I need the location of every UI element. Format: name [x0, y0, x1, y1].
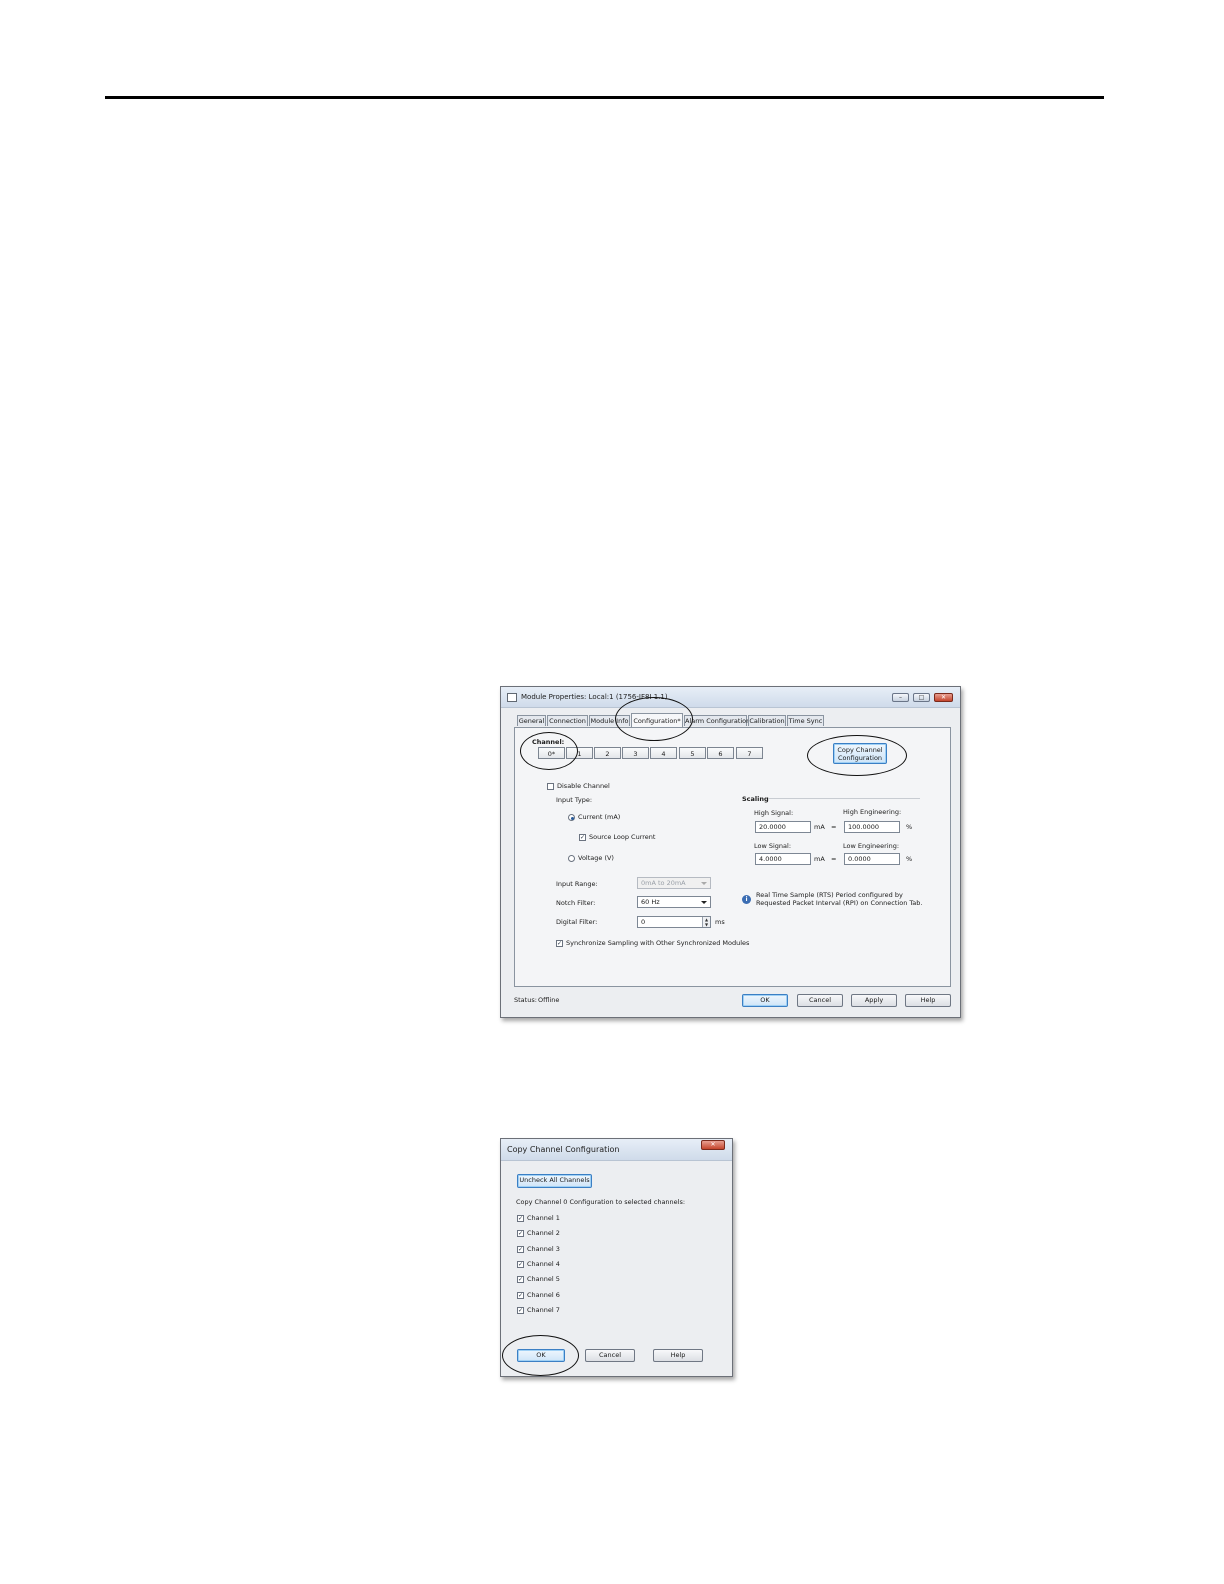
high-signal-input[interactable]: 20.0000 — [755, 821, 811, 833]
status-label: Status: — [514, 996, 537, 1004]
channel-button-2[interactable]: 2 — [594, 747, 621, 759]
rts-note-line2: Requested Packet Interval (RPI) on Conne… — [756, 899, 923, 907]
highlight-ok-button — [502, 1335, 579, 1376]
disable-channel-checkbox[interactable] — [547, 783, 554, 790]
channel-button-3[interactable]: 3 — [622, 747, 649, 759]
channel-2-checkbox[interactable]: ✓ — [517, 1230, 524, 1237]
channel-4-checkbox[interactable]: ✓ — [517, 1261, 524, 1268]
uncheck-all-channels-button[interactable]: Uncheck All Channels — [517, 1174, 592, 1188]
voltage-option-label: Voltage (V) — [578, 854, 614, 862]
disable-channel-label: Disable Channel — [557, 782, 610, 790]
scaling-title: Scaling — [742, 795, 769, 803]
sync-sampling-checkbox[interactable]: ✓ — [556, 940, 563, 947]
highlight-copy-button — [807, 735, 907, 776]
tab-general[interactable]: General — [517, 715, 546, 726]
close-icon[interactable]: ✕ — [701, 1140, 725, 1150]
ok-button[interactable]: OK — [742, 994, 788, 1007]
maximize-icon[interactable]: □ — [913, 693, 930, 702]
close-icon[interactable]: ✕ — [934, 693, 953, 702]
digital-filter-input[interactable]: 0 ▲ ▼ — [637, 916, 711, 928]
digital-filter-value: 0 — [641, 918, 646, 926]
high-signal-label: High Signal: — [754, 809, 794, 817]
copy-channel-dialog: Copy Channel Configuration ✕ Uncheck All… — [500, 1138, 733, 1377]
status-value: Offline — [538, 996, 560, 1004]
highlight-channel-selector — [520, 732, 578, 770]
low-signal-label: Low Signal: — [754, 842, 792, 850]
high-equals-sign: = — [831, 823, 837, 831]
input-range-value: 0mA to 20mA — [641, 879, 686, 887]
sync-sampling-label: Synchronize Sampling with Other Synchron… — [566, 939, 750, 947]
current-option-label: Current (mA) — [578, 813, 621, 821]
module-properties-window: Module Properties: Local:1 (1756-IF8I 1.… — [500, 686, 961, 1018]
channel-3-checkbox[interactable]: ✓ — [517, 1246, 524, 1253]
tab-calibration[interactable]: Calibration — [748, 715, 786, 726]
app-icon — [507, 693, 517, 702]
voltage-radio[interactable] — [568, 855, 575, 862]
channel-6-checkbox[interactable]: ✓ — [517, 1292, 524, 1299]
channel-4-label: Channel 4 — [527, 1260, 560, 1268]
high-engineering-input[interactable]: 100.0000 — [844, 821, 900, 833]
channel-1-label: Channel 1 — [527, 1214, 560, 1222]
source-loop-current-checkbox[interactable]: ✓ — [579, 834, 586, 841]
channel-3-label: Channel 3 — [527, 1245, 560, 1253]
digital-filter-label: Digital Filter: — [556, 918, 598, 926]
channel-6-label: Channel 6 — [527, 1291, 560, 1299]
help-button[interactable]: Help — [905, 994, 951, 1007]
spinner-icon[interactable]: ▲ ▼ — [702, 917, 710, 927]
low-signal-unit: mA — [814, 855, 825, 863]
minimize-icon[interactable]: – — [892, 693, 909, 702]
digital-filter-unit: ms — [715, 918, 725, 926]
current-radio[interactable] — [568, 814, 575, 821]
channel-5-checkbox[interactable]: ✓ — [517, 1276, 524, 1283]
low-signal-input[interactable]: 4.0000 — [755, 853, 811, 865]
channel-button-5[interactable]: 5 — [679, 747, 706, 759]
tab-connection[interactable]: Connection — [547, 715, 588, 726]
channel-1-checkbox[interactable]: ✓ — [517, 1215, 524, 1222]
highlight-configuration-tab — [615, 697, 693, 741]
page-header-rule — [105, 96, 1104, 99]
notch-filter-select[interactable]: 60 Hz — [637, 896, 711, 908]
scaling-divider — [768, 798, 920, 799]
channel-button-6[interactable]: 6 — [707, 747, 734, 759]
dialog-title: Copy Channel Configuration — [507, 1145, 620, 1154]
info-icon: i — [742, 895, 751, 904]
low-engineering-label: Low Engineering: — [843, 842, 900, 850]
notch-filter-label: Notch Filter: — [556, 899, 596, 907]
channel-button-7[interactable]: 7 — [736, 747, 763, 759]
low-equals-sign: = — [831, 855, 837, 863]
cancel-button[interactable]: Cancel — [585, 1349, 635, 1362]
high-engineering-label: High Engineering: — [843, 808, 902, 816]
chevron-down-icon — [701, 901, 707, 904]
input-range-label: Input Range: — [556, 880, 598, 888]
channel-button-4[interactable]: 4 — [650, 747, 677, 759]
low-engineering-unit: % — [906, 855, 913, 863]
high-engineering-unit: % — [906, 823, 913, 831]
tab-alarm-configuration[interactable]: Alarm Configuration — [684, 715, 750, 726]
chevron-down-icon — [701, 882, 707, 885]
low-engineering-input[interactable]: 0.0000 — [844, 853, 900, 865]
channel-2-label: Channel 2 — [527, 1229, 560, 1237]
cancel-button[interactable]: Cancel — [797, 994, 843, 1007]
high-signal-unit: mA — [814, 823, 825, 831]
rts-note-line1: Real Time Sample (RTS) Period configured… — [756, 891, 903, 899]
channel-7-label: Channel 7 — [527, 1306, 560, 1314]
input-range-select[interactable]: 0mA to 20mA — [637, 877, 711, 889]
title-bar: Copy Channel Configuration ✕ — [501, 1139, 732, 1161]
input-type-label: Input Type: — [556, 796, 593, 804]
source-loop-current-label: Source Loop Current — [589, 833, 656, 841]
apply-button[interactable]: Apply — [851, 994, 897, 1007]
tab-time-sync[interactable]: Time Sync — [787, 715, 824, 726]
notch-filter-value: 60 Hz — [641, 898, 660, 906]
help-button[interactable]: Help — [653, 1349, 703, 1362]
channel-5-label: Channel 5 — [527, 1275, 560, 1283]
channel-7-checkbox[interactable]: ✓ — [517, 1307, 524, 1314]
copy-instruction: Copy Channel 0 Configuration to selected… — [516, 1198, 686, 1206]
title-bar: Module Properties: Local:1 (1756-IF8I 1.… — [501, 687, 960, 708]
